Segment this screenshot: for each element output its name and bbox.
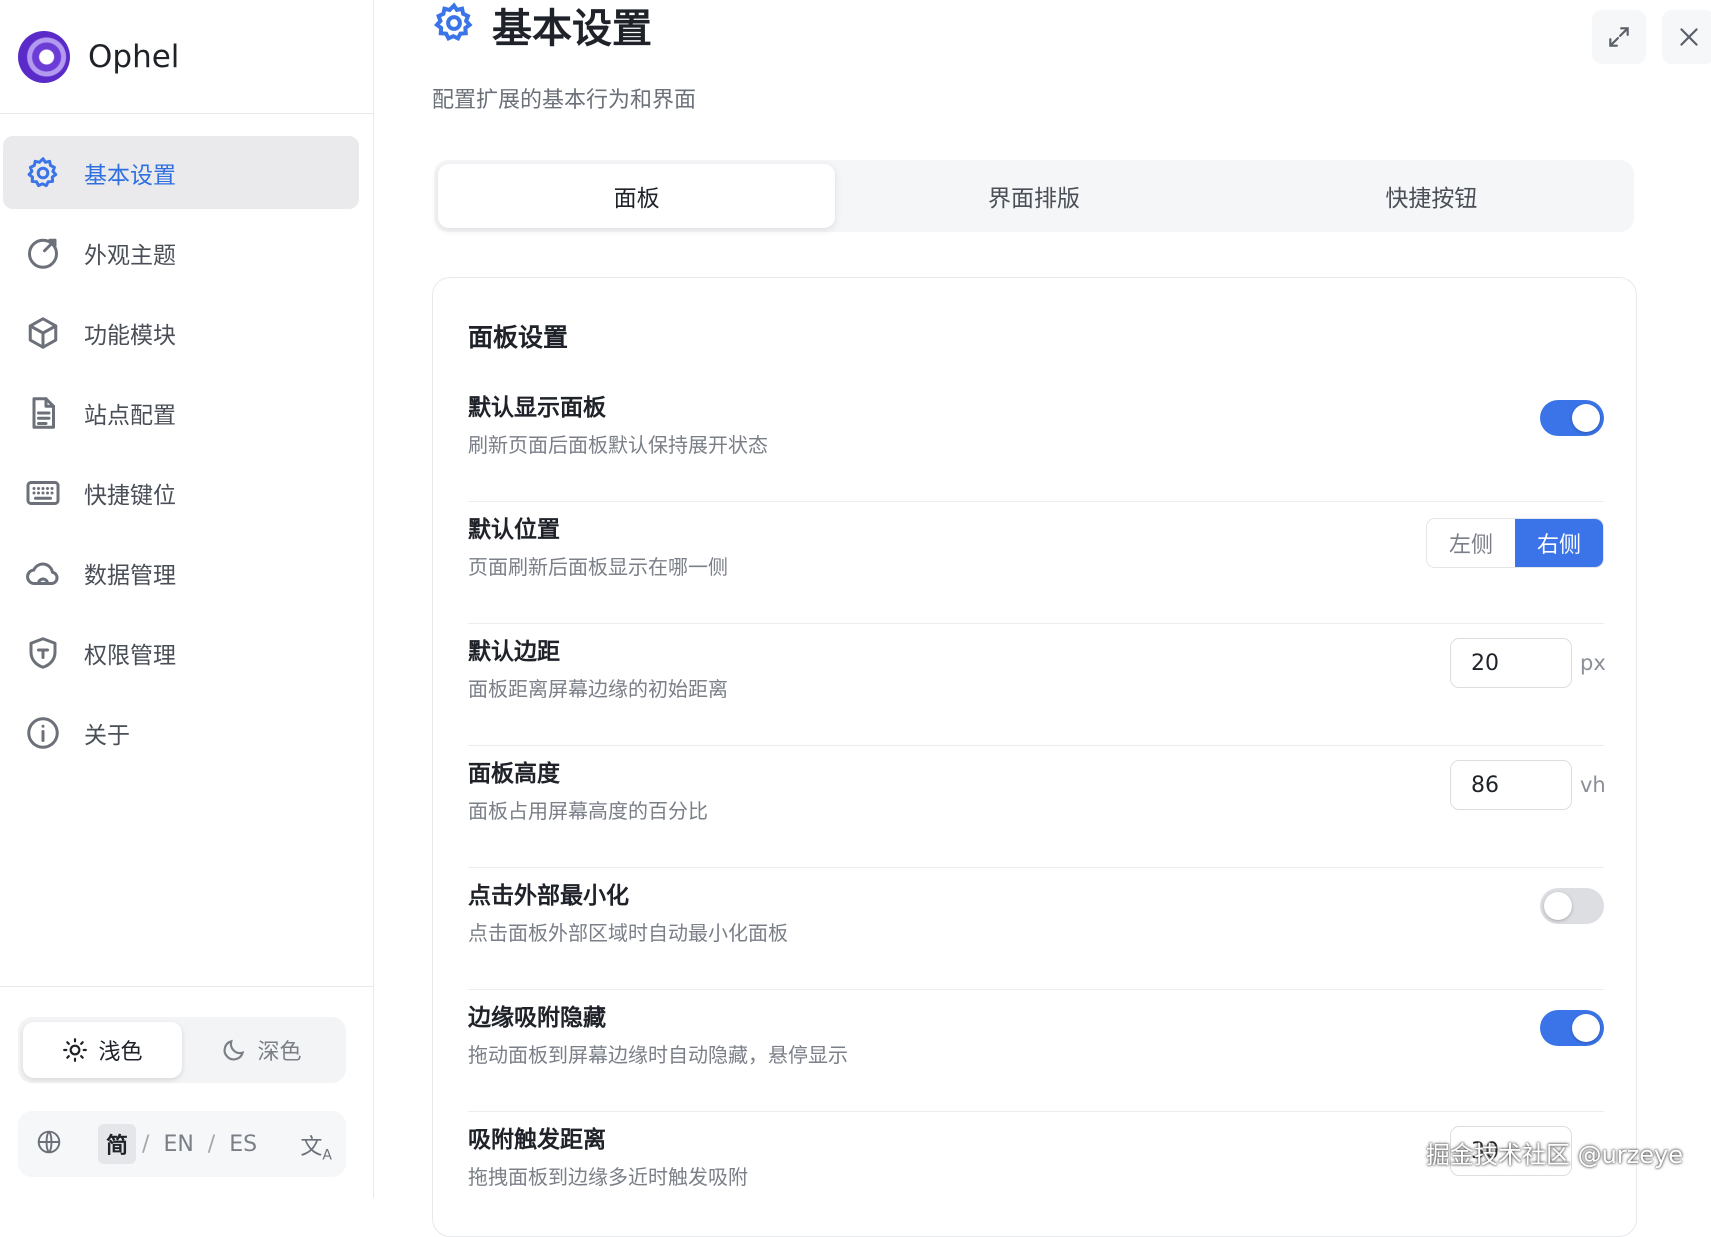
tab-quick-buttons[interactable]: 快捷按钮 <box>1233 164 1630 228</box>
sidebar-item-label: 关于 <box>84 722 130 749</box>
gear-icon <box>24 154 62 192</box>
close-icon <box>1680 28 1698 46</box>
setting-desc: 页面刷新后面板显示在哪一侧 <box>468 555 728 579</box>
sidebar-item-label: 快捷键位 <box>84 482 176 509</box>
setting-row-default-margin: 默认边距 面板距离屏幕边缘的初始距离 px <box>468 624 1606 746</box>
sidebar-item-about[interactable]: 关于 <box>3 696 359 769</box>
theme-dark-label: 深色 <box>257 1040 302 1065</box>
panel-settings-card: 面板设置 默认显示面板 刷新页面后面板默认保持展开状态 默认位置 页面刷新后面板… <box>432 277 1637 1237</box>
margin-input[interactable] <box>1450 638 1572 688</box>
sidebar-item-appearance[interactable]: 外观主题 <box>3 216 359 289</box>
app-name: Ophel <box>88 38 180 75</box>
shield-icon <box>24 634 62 672</box>
sidebar-item-permissions[interactable]: 权限管理 <box>3 616 359 689</box>
unit-label: px <box>1580 651 1606 675</box>
setting-desc: 拖拽面板到边缘多近时触发吸附 <box>468 1165 748 1189</box>
translate-icon[interactable]: 文A <box>300 1129 332 1163</box>
sun-icon <box>63 1038 88 1062</box>
globe-icon <box>36 1129 62 1159</box>
theme-light-label: 浅色 <box>98 1040 143 1065</box>
theme-dark-button[interactable]: 深色 <box>182 1022 341 1078</box>
sidebar-item-label: 功能模块 <box>84 322 176 349</box>
sidebar-item-sites[interactable]: 站点配置 <box>3 376 359 449</box>
toggle-knob <box>1572 1014 1600 1042</box>
close-button[interactable] <box>1662 10 1711 64</box>
gear-icon <box>432 1 476 49</box>
keyboard-icon <box>24 474 62 512</box>
expand-button[interactable] <box>1592 10 1646 64</box>
setting-title: 默认边距 <box>468 639 560 665</box>
sidebar-item-basic-settings[interactable]: 基本设置 <box>3 136 359 209</box>
sidebar-item-label: 数据管理 <box>84 562 176 589</box>
lang-option-en[interactable]: EN <box>155 1128 201 1161</box>
cube-icon <box>24 314 62 352</box>
setting-row-edge-snap: 边缘吸附隐藏 拖动面板到屏幕边缘时自动隐藏，悬停显示 <box>468 990 1604 1112</box>
main-content: 基本设置 配置扩展的基本行为和界面 面板 界面排版 快捷按钮 面板设置 默认显示… <box>374 0 1711 1237</box>
click-outside-toggle[interactable] <box>1540 888 1604 924</box>
palette-icon <box>24 234 62 272</box>
position-segmented-control: 左侧 右侧 <box>1426 518 1604 568</box>
tab-layout[interactable]: 界面排版 <box>835 164 1232 228</box>
sidebar-nav: 基本设置 外观主题 功能模块 站点配置 快捷键位 数据管理 权限管理 关于 <box>0 114 373 769</box>
language-switcher: 简 / EN / ES 文A <box>18 1111 346 1177</box>
sidebar-item-data[interactable]: 数据管理 <box>3 536 359 609</box>
setting-row-default-show: 默认显示面板 刷新页面后面板默认保持展开状态 <box>468 380 1604 502</box>
sidebar-item-label: 基本设置 <box>84 162 176 189</box>
theme-light-button[interactable]: 浅色 <box>23 1022 182 1078</box>
toggle-knob <box>1544 892 1572 920</box>
sidebar-item-label: 站点配置 <box>84 402 176 429</box>
document-icon <box>24 394 62 432</box>
lang-option-es[interactable]: ES <box>221 1128 265 1161</box>
lang-separator: / <box>207 1131 216 1157</box>
edge-snap-toggle[interactable] <box>1540 1010 1604 1046</box>
language-options: 简 / EN / ES <box>98 1124 265 1164</box>
page-header: 基本设置 <box>432 0 652 52</box>
sidebar-item-label: 外观主题 <box>84 242 176 269</box>
sidebar: Ophel 基本设置 外观主题 功能模块 站点配置 快捷键位 数据管理 权限管理… <box>0 0 374 1198</box>
setting-row-panel-height: 面板高度 面板占用屏幕高度的百分比 vh <box>468 746 1606 868</box>
setting-title: 点击外部最小化 <box>468 883 629 909</box>
tab-panel[interactable]: 面板 <box>438 164 836 228</box>
cloud-icon <box>24 554 62 592</box>
position-right-option[interactable]: 右侧 <box>1515 519 1603 567</box>
height-input[interactable] <box>1450 760 1572 810</box>
setting-desc: 面板占用屏幕高度的百分比 <box>468 799 708 823</box>
setting-desc: 刷新页面后面板默认保持展开状态 <box>468 433 768 457</box>
setting-title: 边缘吸附隐藏 <box>468 1005 606 1031</box>
default-show-toggle[interactable] <box>1540 400 1604 436</box>
setting-desc: 面板距离屏幕边缘的初始距离 <box>468 677 728 701</box>
moon-icon <box>224 1039 245 1061</box>
sidebar-footer: 浅色 深色 简 / EN / ES 文A <box>0 986 373 1198</box>
expand-icon <box>1609 27 1629 47</box>
setting-title: 默认位置 <box>468 517 560 543</box>
sidebar-item-label: 权限管理 <box>84 642 176 669</box>
sidebar-item-shortcuts[interactable]: 快捷键位 <box>3 456 359 529</box>
settings-tabs: 面板 界面排版 快捷按钮 <box>434 160 1634 232</box>
height-input-group: vh <box>1450 760 1606 810</box>
watermark: 掘金技术社区 @urzeye <box>1425 1141 1683 1169</box>
page-title: 基本设置 <box>492 6 652 52</box>
section-title: 面板设置 <box>468 323 569 352</box>
toggle-knob <box>1572 404 1600 432</box>
setting-row-click-outside: 点击外部最小化 点击面板外部区域时自动最小化面板 <box>468 868 1604 990</box>
settings-list: 默认显示面板 刷新页面后面板默认保持展开状态 默认位置 页面刷新后面板显示在哪一… <box>468 380 1606 1234</box>
position-left-option[interactable]: 左侧 <box>1427 519 1515 567</box>
lang-separator: / <box>142 1131 150 1157</box>
unit-label: vh <box>1580 773 1606 797</box>
sidebar-item-modules[interactable]: 功能模块 <box>3 296 359 369</box>
setting-desc: 点击面板外部区域时自动最小化面板 <box>468 921 788 945</box>
setting-row-snap-distance: 吸附触发距离 拖拽面板到边缘多近时触发吸附 <box>468 1112 1604 1234</box>
lang-option-zh[interactable]: 简 <box>98 1124 137 1164</box>
theme-switch: 浅色 深色 <box>18 1017 346 1083</box>
setting-title: 默认显示面板 <box>468 395 606 421</box>
setting-row-default-position: 默认位置 页面刷新后面板显示在哪一侧 左侧 右侧 <box>468 502 1604 624</box>
setting-title: 吸附触发距离 <box>468 1127 606 1153</box>
info-icon <box>24 714 62 752</box>
ophel-logo <box>18 30 70 83</box>
setting-title: 面板高度 <box>468 761 560 787</box>
margin-input-group: px <box>1450 638 1606 688</box>
setting-desc: 拖动面板到屏幕边缘时自动隐藏，悬停显示 <box>468 1043 848 1067</box>
brand: Ophel <box>0 0 373 114</box>
page-subtitle: 配置扩展的基本行为和界面 <box>432 88 697 113</box>
